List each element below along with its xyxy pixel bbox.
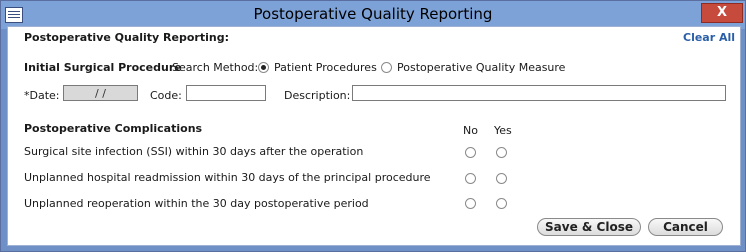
radio-no-ssi[interactable] bbox=[465, 147, 476, 158]
search-method-label: Search Method: bbox=[172, 61, 259, 74]
radio-patient-procedures[interactable] bbox=[258, 62, 269, 73]
date-field[interactable]: / / bbox=[63, 85, 138, 101]
code-field[interactable] bbox=[186, 85, 266, 101]
cancel-button[interactable]: Cancel bbox=[648, 218, 723, 236]
dialog-window: Postoperative Quality Reporting X Postop… bbox=[0, 0, 746, 252]
description-label: Description: bbox=[284, 89, 351, 102]
date-label: *Date: bbox=[24, 89, 60, 102]
complication-row-label: Unplanned reoperation within the 30 day … bbox=[24, 197, 369, 210]
column-no-header: No bbox=[463, 124, 478, 137]
procedure-title: Initial Surgical Procedure bbox=[24, 61, 182, 74]
dialog-content: Postoperative Quality Reporting: Clear A… bbox=[7, 26, 741, 246]
option-patient-procedures-label[interactable]: Patient Procedures bbox=[274, 61, 377, 74]
description-field[interactable] bbox=[352, 85, 726, 101]
code-label: Code: bbox=[150, 89, 182, 102]
option-quality-measure-label[interactable]: Postoperative Quality Measure bbox=[397, 61, 565, 74]
title-bar[interactable]: Postoperative Quality Reporting X bbox=[1, 1, 745, 29]
radio-no-readmission[interactable] bbox=[465, 173, 476, 184]
radio-yes-ssi[interactable] bbox=[496, 147, 507, 158]
close-button[interactable]: X bbox=[701, 3, 743, 23]
complication-row-label: Surgical site infection (SSI) within 30 … bbox=[24, 145, 364, 158]
radio-quality-measure[interactable] bbox=[381, 62, 392, 73]
radio-yes-readmission[interactable] bbox=[496, 173, 507, 184]
complication-row-label: Unplanned hospital readmission within 30… bbox=[24, 171, 431, 184]
window-title: Postoperative Quality Reporting bbox=[253, 5, 493, 23]
complications-title: Postoperative Complications bbox=[24, 122, 203, 135]
radio-yes-reoperation[interactable] bbox=[496, 198, 507, 209]
radio-no-reoperation[interactable] bbox=[465, 198, 476, 209]
save-close-button[interactable]: Save & Close bbox=[537, 218, 641, 236]
column-yes-header: Yes bbox=[494, 124, 512, 137]
section-title: Postoperative Quality Reporting: bbox=[24, 31, 229, 44]
clear-all-link[interactable]: Clear All bbox=[683, 31, 735, 44]
